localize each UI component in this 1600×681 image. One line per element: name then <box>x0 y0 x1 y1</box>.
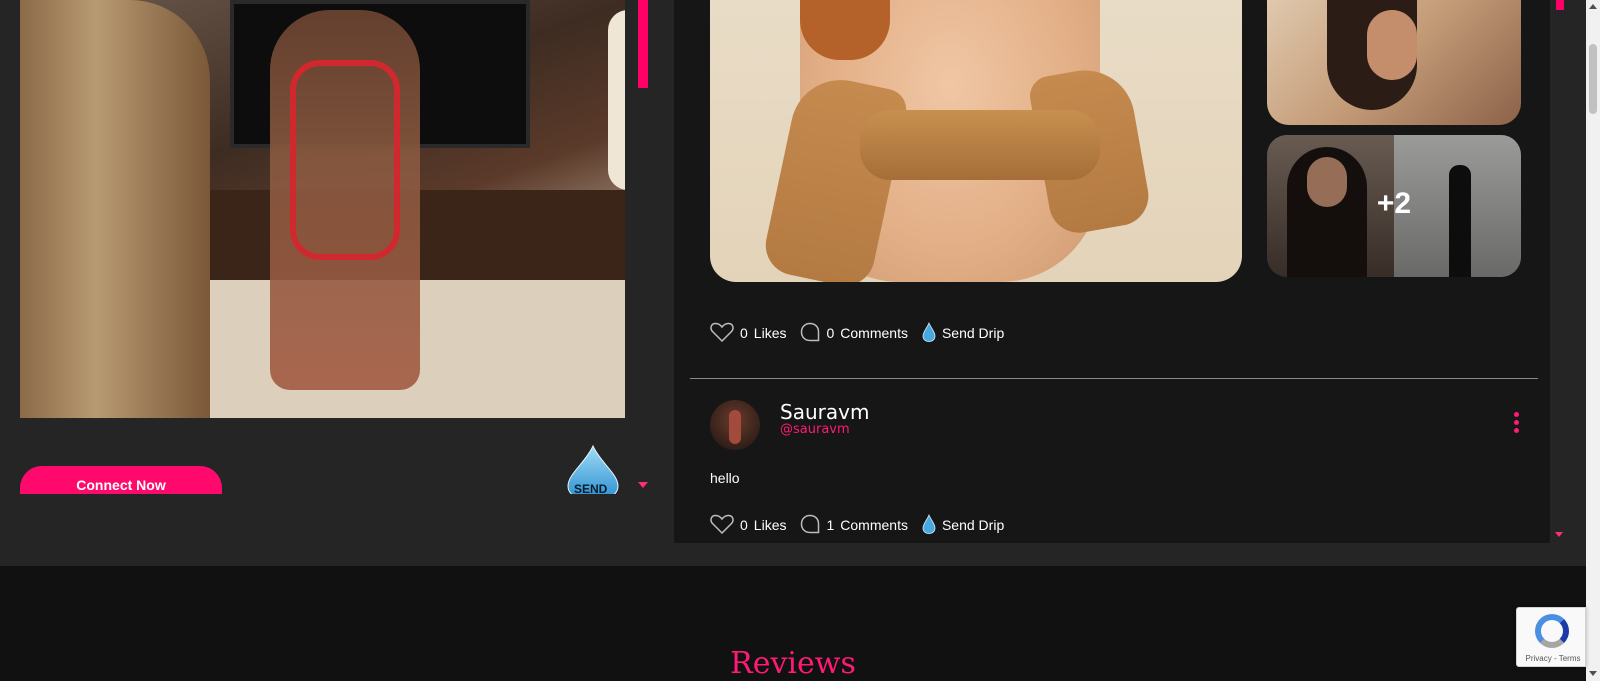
feed-scrollbar-thumb[interactable] <box>1556 0 1564 10</box>
like-button[interactable]: 0 Likes <box>710 322 786 345</box>
likes-count: 0 <box>740 517 748 533</box>
comments-count: 0 <box>826 325 835 341</box>
page: Connect Now SEND +2 0 Likes 0 Comments S… <box>0 0 1600 681</box>
send-drop-label: SEND <box>574 482 608 494</box>
left-scrollbar-thumb[interactable] <box>638 0 648 88</box>
heart-icon <box>710 514 734 537</box>
page-scrollbar-thumb[interactable] <box>1589 44 1597 114</box>
photo-top <box>860 110 1100 180</box>
avatar-figure <box>729 410 741 444</box>
send-drip-button[interactable]: Send Drip <box>922 513 1005 537</box>
caret-down-icon[interactable] <box>638 482 648 488</box>
post-divider <box>690 378 1538 379</box>
profile-cover-photo[interactable] <box>20 0 625 418</box>
post-author-handle[interactable]: @sauravm <box>780 422 850 437</box>
post-thumbnail-1[interactable] <box>1267 0 1521 125</box>
more-images-count: +2 <box>1376 187 1412 220</box>
photo-lingerie <box>290 60 400 260</box>
photo-hair <box>20 0 210 418</box>
post-main-photo[interactable] <box>710 0 1242 282</box>
thumb-face <box>1367 10 1417 80</box>
recaptcha-links[interactable]: Privacy - Terms <box>1520 654 1586 663</box>
comments-button[interactable]: 0 Comments <box>800 322 908 345</box>
post-actions: 0 Likes 0 Comments Send Drip <box>710 320 1018 346</box>
drop-icon <box>922 321 936 345</box>
avatar[interactable] <box>710 400 760 450</box>
drop-icon <box>922 513 936 537</box>
kebab-dot <box>1514 412 1519 417</box>
heart-icon <box>710 322 734 345</box>
comments-label: Comments <box>840 325 908 341</box>
send-drip-button[interactable]: Send Drip <box>922 321 1005 345</box>
post-text: hello <box>710 470 740 486</box>
reviews-title: Reviews <box>730 646 856 681</box>
comment-icon <box>800 322 820 345</box>
likes-label: Likes <box>753 517 787 533</box>
comment-icon <box>800 514 820 537</box>
recaptcha-icon <box>1535 614 1569 648</box>
profile-section: Connect Now SEND +2 0 Likes 0 Comments S… <box>0 0 1586 566</box>
photo-lamp <box>608 10 625 190</box>
scroll-down-icon[interactable] <box>1589 671 1597 676</box>
like-button[interactable]: 0 Likes <box>710 514 786 537</box>
kebab-menu-icon[interactable] <box>1514 412 1522 434</box>
caret-down-icon[interactable] <box>1555 532 1563 537</box>
likes-label: Likes <box>753 325 787 341</box>
page-scrollbar[interactable] <box>1586 0 1600 681</box>
post-author-name[interactable]: Sauravm <box>780 400 869 424</box>
kebab-dot <box>1514 420 1519 425</box>
send-drip-label: Send Drip <box>941 517 1005 533</box>
scroll-up-icon[interactable] <box>1589 4 1597 9</box>
comments-button[interactable]: 1 Comments <box>800 514 908 537</box>
recaptcha-badge[interactable]: Privacy - Terms <box>1516 607 1586 667</box>
comments-label: Comments <box>840 517 908 533</box>
kebab-dot <box>1514 428 1519 433</box>
comments-count: 1 <box>826 517 835 533</box>
connect-now-button[interactable]: Connect Now <box>20 466 222 494</box>
post-thumbnail-more[interactable]: +2 <box>1267 135 1521 277</box>
likes-count: 0 <box>740 325 748 341</box>
send-drip-label: Send Drip <box>941 325 1005 341</box>
post-actions: 0 Likes 1 Comments Send Drip <box>710 512 1018 538</box>
send-drop-icon[interactable]: SEND <box>566 444 620 494</box>
feed-panel: +2 0 Likes 0 Comments Send Drip Sauravm … <box>674 0 1550 543</box>
